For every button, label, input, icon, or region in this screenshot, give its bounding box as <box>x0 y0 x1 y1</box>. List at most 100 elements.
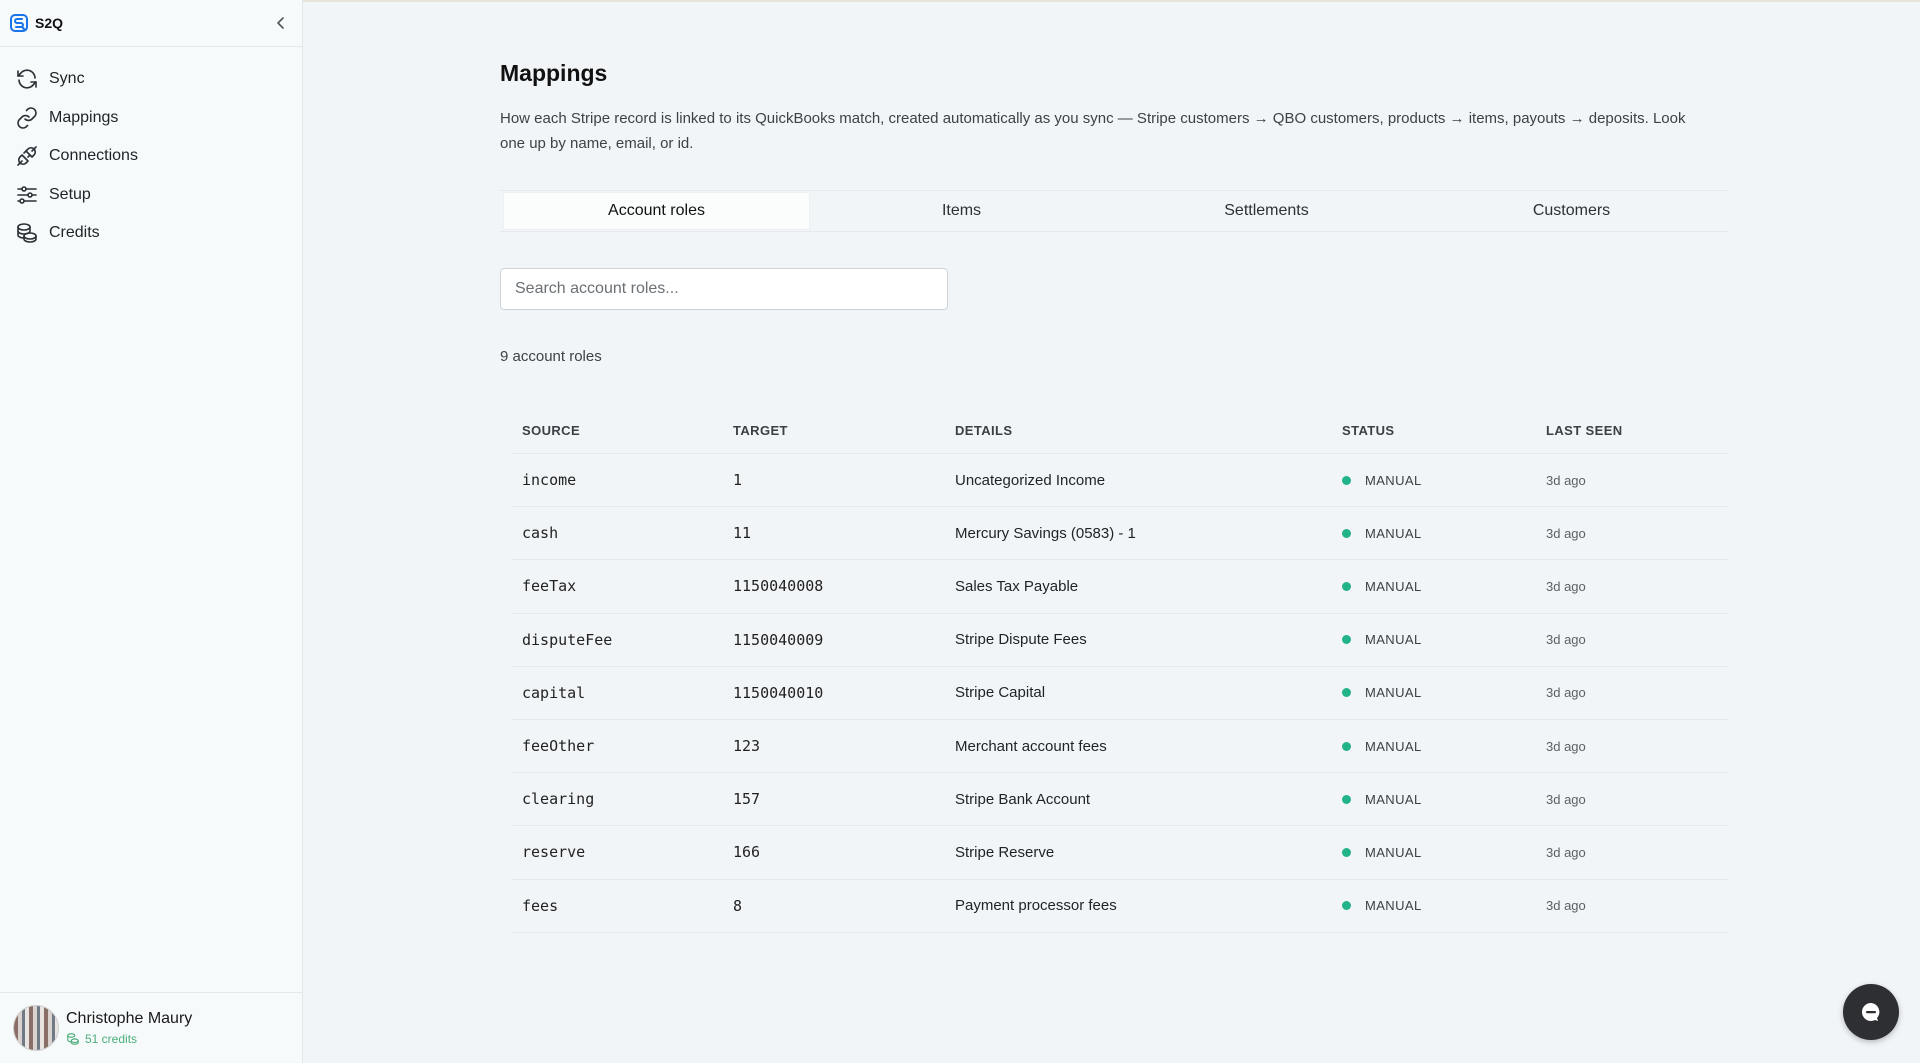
table-row[interactable]: fees 8 Payment processor fees MANUAL 3d ago <box>511 880 1728 933</box>
status-dot <box>1342 528 1351 538</box>
table-row[interactable]: income 1 Uncategorized Income MANUAL 3d ago <box>511 454 1728 508</box>
coins-icon <box>17 223 37 244</box>
tab-account-roles[interactable]: Account roles <box>504 193 809 229</box>
cell-source: reserve <box>522 843 586 862</box>
cell-last-seen: 3d ago <box>1546 578 1586 594</box>
cell-details: Stripe Reserve <box>955 843 1055 861</box>
cell-status: MANUAL <box>1342 526 1546 541</box>
table-body: income 1 Uncategorized Income MANUAL 3d ago c… <box>511 454 1728 933</box>
column-header-details[interactable]: DETAILS <box>955 423 1342 438</box>
cell-status: MANUAL <box>1342 579 1546 594</box>
sidebar-item-credits[interactable]: Credits <box>0 214 302 253</box>
user-credits: 51 credits <box>66 1032 192 1046</box>
account-roles-table: SOURCE TARGET DETAILS STATUS LAST SEEN i… <box>511 407 1728 933</box>
chat-button[interactable] <box>1843 984 1899 1040</box>
result-count: 9 account roles <box>500 348 602 365</box>
chevron-left-icon <box>277 17 284 29</box>
sidebar-item-label: Setup <box>49 185 91 203</box>
cell-last-seen: 3d ago <box>1546 791 1586 807</box>
cell-source: disputeFee <box>522 630 613 649</box>
collapse-sidebar-button[interactable] <box>270 12 292 34</box>
sync-icon <box>17 69 37 89</box>
link-icon <box>17 106 37 129</box>
cell-details: Sales Tax Payable <box>955 577 1079 595</box>
table-row[interactable]: feeTax 1150040008 Sales Tax Payable MANUAL 3… <box>511 560 1728 614</box>
status-badge: MANUAL <box>1365 525 1422 541</box>
sidebar-item-label: Mappings <box>49 108 119 126</box>
status-dot <box>1342 901 1351 911</box>
tab-bar: Account roles Items Settlements Customer… <box>500 190 1728 232</box>
cell-status: MANUAL <box>1342 632 1546 647</box>
search-input[interactable] <box>500 268 948 310</box>
brand-name: S2Q <box>35 15 64 31</box>
page-description: How each Stripe record is linked to its … <box>500 110 1686 152</box>
column-header-last-seen[interactable]: LAST SEEN <box>1546 423 1706 438</box>
user-profile[interactable]: Christophe Maury 51 credits <box>0 992 302 1063</box>
cell-details: Merchant account fees <box>955 737 1107 755</box>
cell-status: MANUAL <box>1342 845 1546 860</box>
cell-source: clearing <box>522 790 595 809</box>
cell-target: 1150040010 <box>733 683 824 702</box>
status-dot <box>1342 688 1351 698</box>
sidebar-item-sync[interactable]: Sync <box>0 60 302 99</box>
column-header-source[interactable]: SOURCE <box>511 423 733 438</box>
table-row[interactable]: cash 11 Mercury Savings (0583) - 1 MANUAL 3d… <box>511 507 1728 561</box>
cell-last-seen: 3d ago <box>1546 685 1586 701</box>
sidebar-item-label: Sync <box>49 70 85 88</box>
cell-details: Stripe Bank Account <box>955 790 1091 808</box>
cell-status: MANUAL <box>1342 898 1546 913</box>
cell-last-seen: 3d ago <box>1546 472 1586 488</box>
sidebar-item-label: Connections <box>49 147 138 165</box>
avatar <box>13 1005 59 1051</box>
cell-status: MANUAL <box>1342 685 1546 700</box>
cell-status: MANUAL <box>1342 473 1546 488</box>
cell-status: MANUAL <box>1342 792 1546 807</box>
cell-details: Payment processor fees <box>955 897 1117 915</box>
cell-details: Uncategorized Income <box>955 471 1106 489</box>
table-header: SOURCE TARGET DETAILS STATUS LAST SEEN <box>511 407 1728 454</box>
table-row[interactable]: capital 1150040010 Stripe Capital MANUAL 3d … <box>511 667 1728 720</box>
sidebar-header: S2Q <box>0 0 302 47</box>
sidebar-item-connections[interactable]: Connections <box>0 137 302 176</box>
cell-last-seen: 3d ago <box>1546 738 1586 754</box>
table-row[interactable]: clearing 157 Stripe Bank Account MANUAL 3d a… <box>511 773 1728 827</box>
tab-customers[interactable]: Customers <box>1419 193 1724 229</box>
cell-target: 1 <box>733 471 743 490</box>
cell-target: 11 <box>733 524 752 543</box>
table-row[interactable]: feeOther 123 Merchant account fees MANUAL 3d… <box>511 720 1728 774</box>
cell-last-seen: 3d ago <box>1546 525 1586 541</box>
sidebar: S2Q Sync Mappings Connections Setup Cred… <box>0 0 303 1063</box>
status-badge: MANUAL <box>1365 578 1422 594</box>
plug-icon <box>17 146 37 167</box>
tab-items[interactable]: Items <box>809 193 1114 229</box>
cell-source: cash <box>522 524 559 543</box>
status-badge: MANUAL <box>1365 632 1422 648</box>
column-header-target[interactable]: TARGET <box>733 423 955 438</box>
status-badge: MANUAL <box>1365 898 1422 914</box>
table-row[interactable]: disputeFee 1150040009 Stripe Dispute Fees M… <box>511 614 1728 667</box>
table-row[interactable]: reserve 166 Stripe Reserve MANUAL 3d ago <box>511 826 1728 880</box>
status-badge: MANUAL <box>1365 738 1422 754</box>
cell-source: capital <box>522 683 586 702</box>
cell-status: MANUAL <box>1342 739 1546 754</box>
cell-last-seen: 3d ago <box>1546 898 1586 914</box>
tab-settlements[interactable]: Settlements <box>1114 193 1419 229</box>
cell-details: Stripe Dispute Fees <box>955 631 1087 649</box>
coins-icon <box>67 1033 79 1045</box>
cell-source: income <box>522 471 577 490</box>
cell-target: 1150040008 <box>733 577 824 596</box>
sidebar-item-setup[interactable]: Setup <box>0 176 302 215</box>
cell-details: Stripe Capital <box>955 684 1046 702</box>
column-header-status[interactable]: STATUS <box>1342 423 1546 438</box>
cell-last-seen: 3d ago <box>1546 844 1586 860</box>
credits-label: 51 credits <box>85 1032 138 1046</box>
status-dot <box>1342 475 1351 485</box>
cell-target: 166 <box>733 843 761 862</box>
sliders-icon <box>17 185 37 204</box>
sidebar-nav: Sync Mappings Connections Setup Credits <box>0 47 302 253</box>
s2q-logo-icon <box>10 14 28 32</box>
cell-source: feeTax <box>522 577 577 596</box>
status-dot <box>1342 635 1351 645</box>
sidebar-item-mappings[interactable]: Mappings <box>0 99 302 138</box>
cell-source: fees <box>522 896 559 915</box>
